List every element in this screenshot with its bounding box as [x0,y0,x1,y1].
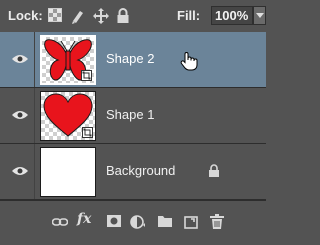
layer-name: Shape 1 [106,107,155,122]
layers-panel: Lock: Fill: 100% Shape 2 Shape 1 Backgro… [0,0,266,245]
chevron-down-icon [256,13,264,18]
lock-image-pixels-icon[interactable] [70,8,86,24]
layer-row-background[interactable]: Background [0,144,266,200]
lock-label: Lock: [8,8,43,23]
row-separator [34,32,35,87]
layer-thumbnail[interactable] [40,35,96,85]
hand-cursor-icon [180,51,198,71]
shape-layer-badge-icon [81,70,92,81]
lock-fill-bar: Lock: Fill: 100% [0,0,266,33]
new-layer-icon[interactable] [183,214,199,230]
layer-name: Shape 2 [106,51,155,66]
layer-thumbnail[interactable] [40,147,96,197]
lock-icon[interactable] [208,164,220,178]
lock-all-icon[interactable] [116,8,132,24]
new-group-icon[interactable] [157,214,173,230]
layer-mask-icon[interactable] [106,214,122,230]
layer-row-shape-2[interactable]: Shape 2 [0,32,266,88]
lock-position-icon[interactable] [93,8,109,24]
layer-name: Background [106,163,176,178]
fill-dropdown-button[interactable] [253,6,266,25]
fx-icon[interactable]: fx [77,211,91,227]
delete-layer-icon[interactable] [210,214,226,230]
row-separator [34,144,35,199]
layers-footer-toolbar: fx [0,200,266,245]
row-separator [34,88,35,143]
eye-icon[interactable] [12,165,28,177]
layer-row-shape-1[interactable]: Shape 1 [0,88,266,144]
eye-icon[interactable] [12,53,28,65]
fill-label: Fill: [177,8,201,23]
fill-opacity-input[interactable]: 100% [211,6,253,25]
adjustment-layer-icon[interactable] [130,214,146,230]
eye-icon[interactable] [12,109,28,121]
link-layers-icon[interactable] [52,214,68,230]
layer-thumbnail[interactable] [40,91,96,141]
lock-transparent-pixels-icon[interactable] [48,8,64,24]
shape-layer-badge-icon [82,127,93,138]
